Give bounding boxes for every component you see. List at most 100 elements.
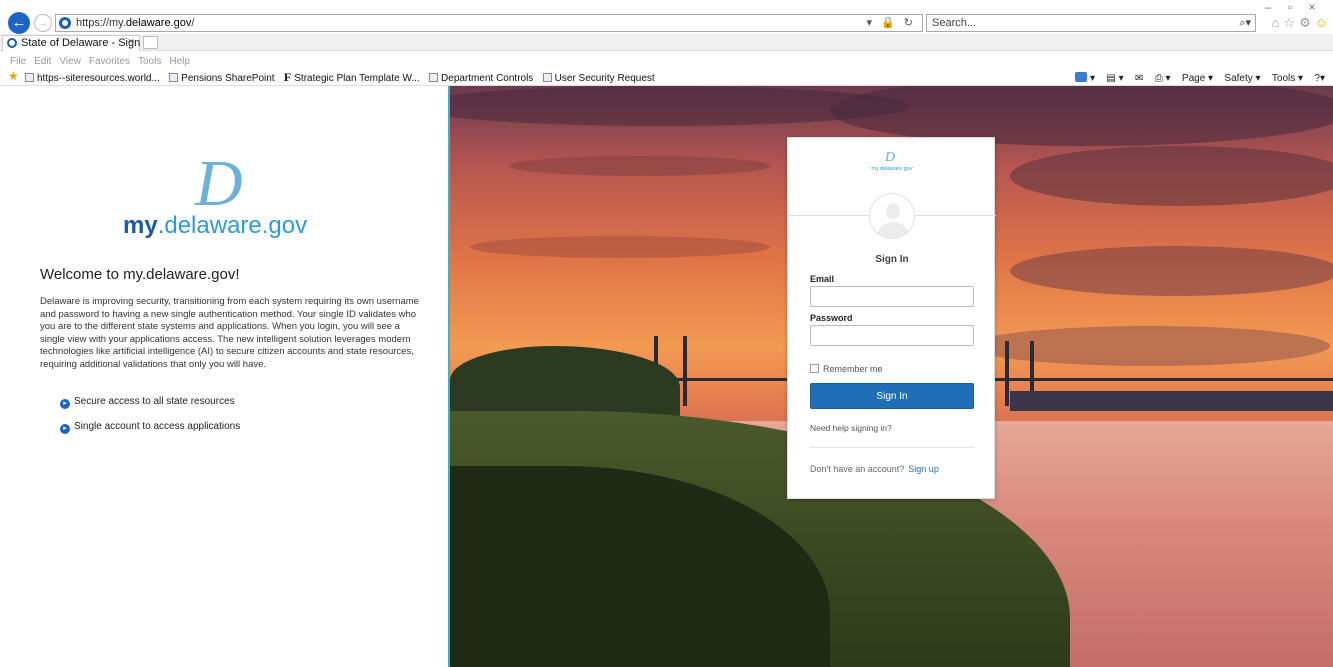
url-controls[interactable]: ▾ 🔒 ↻ [866, 16, 916, 29]
welcome-heading: Welcome to my.delaware.gov! [40, 266, 240, 283]
avatar-head [886, 203, 900, 219]
brand-my: my [123, 212, 158, 239]
page-menu[interactable]: Page ▾ [1182, 73, 1213, 84]
f-logo-icon: F [283, 70, 292, 84]
favorite-label: Pensions SharePoint [181, 73, 275, 84]
brand-domain: .delaware.gov [157, 212, 308, 239]
cloud [1010, 146, 1333, 206]
menu-file[interactable]: File [10, 56, 26, 67]
command-bar: ▾ ▤ ▾ ✉ ⎙ ▾ Page ▾ Safety ▾ Tools ▾ ?▾ [1067, 70, 1325, 84]
window-controls: – ▫ × [1257, 0, 1323, 14]
feature-label: Secure access to all state resources [74, 396, 235, 407]
ie-page-icon [25, 73, 34, 82]
url-scheme: https://my. [76, 17, 126, 29]
gear-icon[interactable]: ⚙ [1299, 15, 1311, 31]
restore-icon[interactable]: ▫ [1279, 0, 1301, 14]
mail-command[interactable]: ✉ [1135, 73, 1143, 84]
card-footer-divider [810, 447, 974, 448]
favorite-link[interactable]: https--siteresources.world... [25, 73, 160, 84]
password-label: Password [810, 313, 853, 323]
toolbar-icons: ⌂ ☆ ⚙ ☺ [1268, 15, 1328, 31]
favorite-link[interactable]: User Security Request [542, 73, 655, 84]
cloud [510, 156, 770, 176]
card-logo-text: my.delaware.gov [871, 166, 913, 172]
tab-site-icon [7, 38, 17, 48]
menu-view[interactable]: View [59, 56, 81, 67]
print-command[interactable]: ⎙ ▾ [1155, 73, 1171, 84]
brand-title: my.delaware.gov [123, 212, 307, 240]
tab-strip: State of Delaware - Sign In × [0, 34, 1333, 51]
url-text: https://my.delaware.gov/ [76, 17, 194, 29]
favorite-label: User Security Request [554, 73, 655, 84]
need-help-link[interactable]: Need help signing in? [810, 423, 892, 433]
safety-menu[interactable]: Safety ▾ [1224, 73, 1260, 84]
sign-in-button[interactable]: Sign In [810, 383, 974, 409]
email-field[interactable] [810, 286, 974, 307]
site-icon [59, 17, 71, 29]
new-tab-button[interactable] [143, 36, 158, 49]
arrow-circle-icon: ▸ [60, 399, 70, 409]
favorite-label: Department Controls [441, 73, 534, 84]
favorite-label: Strategic Plan Template W... [294, 73, 420, 84]
address-bar-row: ← → https://my.delaware.gov/ ▾ 🔒 ↻ Searc… [0, 0, 1333, 34]
tools-menu[interactable]: Tools ▾ [1272, 73, 1303, 84]
home-command[interactable]: ▾ [1075, 72, 1095, 84]
back-button[interactable]: ← [8, 12, 30, 34]
remember-me-row[interactable]: Remember me [810, 364, 883, 374]
feature-item: ▸ Secure access to all state resources [60, 396, 240, 409]
minimize-icon[interactable]: – [1257, 0, 1279, 14]
favorite-link[interactable]: Department Controls [429, 73, 533, 84]
bridge-tower [1005, 341, 1009, 406]
back-arrow-icon: ← [11, 14, 27, 31]
cloud [470, 236, 770, 258]
user-avatar-icon [869, 193, 915, 239]
close-window-icon[interactable]: × [1301, 0, 1323, 14]
feature-list: ▸ Secure access to all state resources ▸ S… [60, 396, 240, 446]
search-field[interactable]: Search... ⌕▾ [926, 14, 1256, 32]
remember-me-checkbox[interactable] [810, 364, 819, 373]
menu-bar: File Edit View Favorites Tools Help [0, 52, 1333, 67]
url-field[interactable]: https://my.delaware.gov/ ▾ 🔒 ↻ [55, 14, 923, 32]
delaware-d-logo: D [195, 147, 243, 220]
feature-label: Single account to access applications [74, 421, 241, 432]
tab-sign-in[interactable]: State of Delaware - Sign In × [2, 35, 152, 51]
menu-tools[interactable]: Tools [138, 56, 161, 67]
email-label: Email [810, 274, 835, 284]
favorite-label: https--siteresources.world... [37, 73, 160, 84]
menu-favorites[interactable]: Favorites [89, 56, 130, 67]
card-d-logo: D [885, 150, 896, 165]
info-panel: D my.delaware.gov Welcome to my.delaware… [0, 86, 448, 667]
sign-in-card: D my.delaware.gov Sign In Email Password… [787, 137, 996, 499]
url-path: / [191, 17, 195, 29]
menu-help[interactable]: Help [169, 56, 190, 67]
favorite-link[interactable]: F Strategic Plan Template W... [284, 70, 420, 85]
ie-page-icon [429, 73, 439, 82]
ie-page-icon [169, 73, 179, 82]
intro-paragraph: Delaware is improving security, transiti… [40, 296, 419, 370]
sign-up-link[interactable]: Sign up [908, 464, 939, 474]
cloud [970, 326, 1330, 366]
ie-page-icon [542, 73, 552, 82]
forward-button[interactable]: → [34, 14, 52, 32]
favorites-bar: ★ https--siteresources.world... Pensions… [0, 67, 1333, 86]
tab-close-icon[interactable]: × [128, 36, 134, 48]
favorites-star-icon[interactable]: ☆ [1283, 15, 1295, 31]
feeds-command[interactable]: ▤ ▾ [1106, 73, 1123, 84]
home-command-icon [1075, 72, 1088, 82]
remember-me-label: Remember me [823, 364, 883, 374]
password-field[interactable] [810, 325, 974, 346]
smiley-feedback-icon[interactable]: ☺ [1315, 15, 1328, 30]
far-shore [1010, 391, 1333, 411]
menu-edit[interactable]: Edit [34, 56, 51, 67]
help-icon[interactable]: ?▾ [1314, 73, 1325, 84]
forward-arrow-icon: → [37, 17, 49, 29]
favorites-star-icon[interactable]: ★ [8, 69, 19, 83]
avatar-body [878, 222, 908, 238]
no-account-text: Don't have an account? [810, 464, 905, 474]
cloud [1010, 246, 1333, 296]
search-icon[interactable]: ⌕▾ [1239, 16, 1251, 30]
search-input[interactable]: Search... [932, 17, 976, 29]
favorite-link[interactable]: Pensions SharePoint [169, 73, 275, 84]
home-icon[interactable]: ⌂ [1272, 15, 1280, 30]
signup-row: Don't have an account? Sign up [810, 464, 939, 474]
